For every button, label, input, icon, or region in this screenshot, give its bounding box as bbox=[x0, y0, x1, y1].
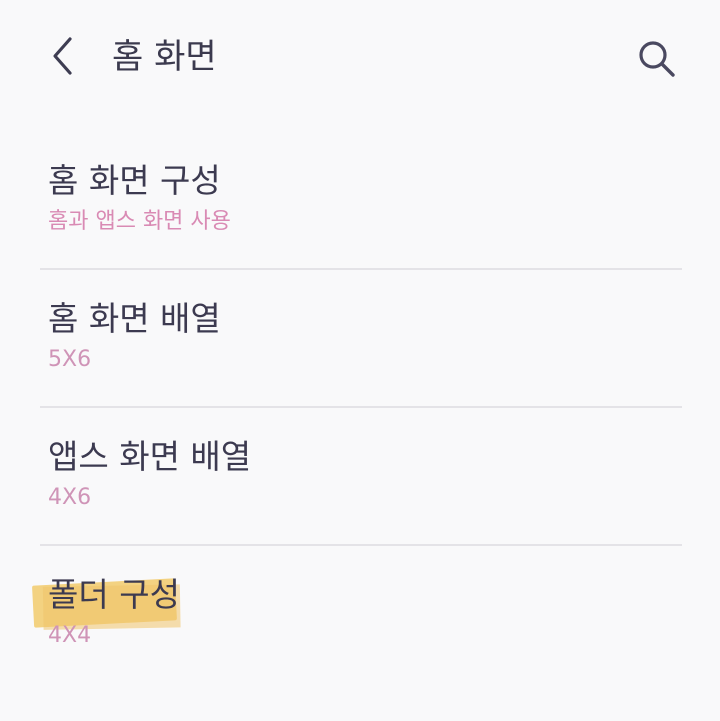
setting-subtitle: 홈과 앱스 화면 사용 bbox=[48, 209, 231, 234]
setting-title: 폴더 구성 bbox=[48, 575, 180, 614]
back-chevron-icon bbox=[53, 37, 72, 75]
setting-subtitle: 4X4 bbox=[48, 623, 92, 648]
setting-item-home-screen-layout[interactable]: 홈 화면 구성 홈과 앱스 화면 사용 bbox=[0, 132, 720, 270]
back-button[interactable] bbox=[38, 28, 88, 84]
search-button[interactable] bbox=[628, 30, 686, 88]
app-header: 홈 화면 bbox=[0, 0, 720, 115]
setting-item-apps-screen-grid[interactable]: 앱스 화면 배열 4X6 bbox=[0, 408, 720, 546]
search-icon bbox=[639, 41, 675, 77]
setting-subtitle: 5X6 bbox=[48, 347, 92, 372]
setting-subtitle: 4X6 bbox=[48, 485, 92, 510]
setting-item-folder-grid[interactable]: 폴더 구성 4X4 bbox=[0, 546, 720, 684]
setting-title: 홈 화면 구성 bbox=[48, 161, 221, 200]
setting-title: 앱스 화면 배열 bbox=[48, 437, 252, 476]
setting-item-home-screen-grid[interactable]: 홈 화면 배열 5X6 bbox=[0, 270, 720, 408]
settings-list: 홈 화면 구성 홈과 앱스 화면 사용 홈 화면 배열 5X6 앱스 화면 배열… bbox=[0, 132, 720, 684]
setting-title: 홈 화면 배열 bbox=[48, 299, 221, 338]
page-title: 홈 화면 bbox=[112, 37, 217, 77]
